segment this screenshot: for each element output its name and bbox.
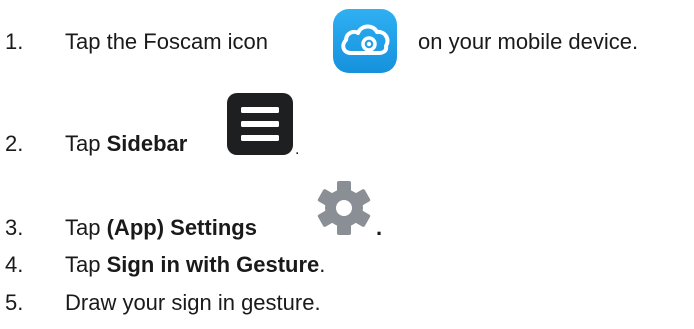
step-suffix: . <box>295 141 300 158</box>
step-suffix: . <box>376 215 383 240</box>
step-prefix: Tap <box>65 215 101 240</box>
step-1-suffix-row: on your mobile device. <box>418 22 638 62</box>
step-prefix: Tap the Foscam icon <box>65 29 268 54</box>
step-text: Tap (App) Settings <box>65 215 257 241</box>
step-number: 4. <box>5 252 24 277</box>
step-text: Tap the Foscam icon <box>65 29 268 55</box>
step-text: Tap Sign in with Gesture. <box>65 252 325 278</box>
step-2-suffix-row: . <box>295 130 299 170</box>
step-text: Draw your sign in gesture. <box>65 290 321 316</box>
step-number: 3. <box>5 215 24 240</box>
step-3-suffix-row: . <box>376 208 382 248</box>
step-prefix: Tap <box>65 252 101 277</box>
step-number: 1. <box>5 29 24 54</box>
step-number: 2. <box>5 131 24 156</box>
step-prefix: Draw your sign in gesture. <box>65 290 321 315</box>
step-bold-label: Sign in with Gesture <box>106 252 320 277</box>
step-suffix: on your mobile device. <box>418 29 639 54</box>
step-text: Tap Sidebar <box>65 131 187 157</box>
settings-gear-icon <box>313 178 375 238</box>
step-bold-label: Sidebar <box>106 131 188 156</box>
step-prefix: Tap <box>65 131 101 156</box>
sidebar-menu-icon <box>227 93 293 155</box>
step-bold-label: (App) Settings <box>106 215 257 240</box>
step-suffix: . <box>319 252 326 277</box>
step-number: 5. <box>5 290 24 315</box>
foscam-cloud-icon <box>333 9 397 73</box>
